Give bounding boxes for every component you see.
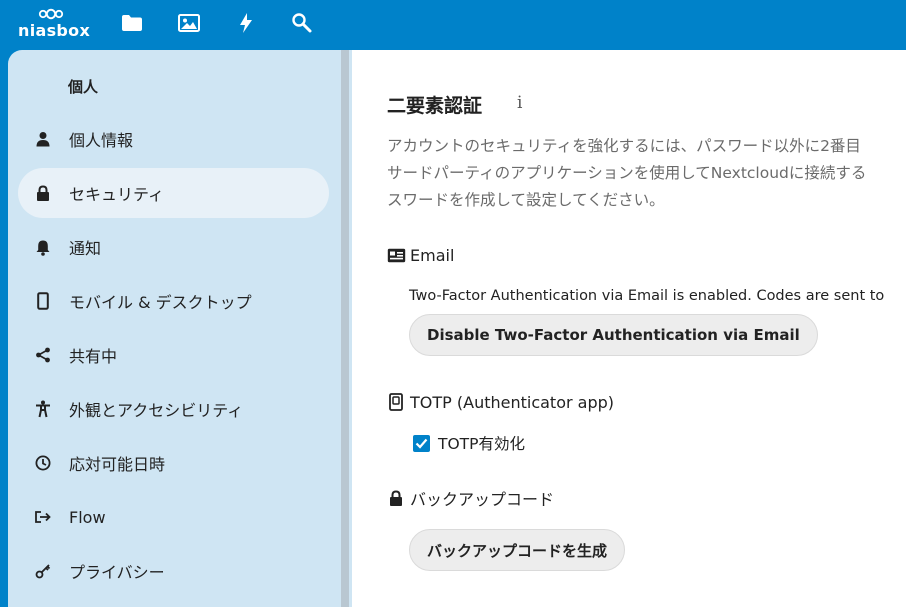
search-icon[interactable] bbox=[289, 11, 315, 35]
sidebar-item-label: 外観とアクセシビリティ bbox=[69, 401, 244, 420]
email-status-text: Two-Factor Authentication via Email is e… bbox=[409, 288, 885, 304]
person-icon bbox=[34, 130, 52, 148]
sidebar-section-title: 個人 bbox=[68, 78, 99, 96]
page-title: 二要素認証 bbox=[387, 95, 483, 117]
section-description: アカウントのセキュリティを強化するには、パスワード以外に2番目 サードパーティの… bbox=[387, 133, 906, 214]
sidebar-item-flow[interactable]: Flow bbox=[18, 492, 329, 542]
share-icon bbox=[34, 346, 52, 364]
sidebar-item-privacy[interactable]: プライバシー bbox=[18, 546, 329, 596]
backup-heading-label: バックアップコード bbox=[410, 490, 555, 509]
sidebar-item-label: セキュリティ bbox=[69, 185, 165, 204]
disable-email-2fa-button[interactable]: Disable Two-Factor Authentication via Em… bbox=[409, 314, 818, 356]
settings-sidebar: 個人 個人情報 セキュリティ 通知 モバイル & デスクトップ 共有中 外観とア… bbox=[8, 50, 352, 607]
sidebar-item-label: モバイル & デスクトップ bbox=[69, 293, 252, 312]
sidebar-item-security[interactable]: セキュリティ bbox=[18, 168, 329, 218]
clock-icon bbox=[34, 454, 52, 472]
sidebar-item-label: 通知 bbox=[69, 239, 102, 258]
image-icon[interactable] bbox=[176, 11, 202, 35]
sidebar-item-personal-info[interactable]: 個人情報 bbox=[18, 114, 329, 164]
sidebar-item-label: Flow bbox=[69, 507, 106, 527]
sidebar-item-label: プライバシー bbox=[69, 563, 165, 582]
bell-icon bbox=[34, 238, 52, 256]
phone-icon bbox=[34, 292, 52, 310]
main-content: 二要素認証 i アカウントのセキュリティを強化するには、パスワード以外に2番目 … bbox=[352, 50, 906, 607]
lock-icon bbox=[34, 184, 52, 202]
info-icon[interactable]: i bbox=[517, 93, 522, 113]
email-provider-heading: Email bbox=[386, 245, 454, 265]
description-line: スワードを作成して設定してください。 bbox=[387, 191, 665, 209]
logo-rings-icon bbox=[38, 8, 64, 20]
sidebar-item-label: 応対可能日時 bbox=[69, 455, 166, 474]
sidebar-item-availability[interactable]: 応対可能日時 bbox=[18, 438, 329, 488]
sidebar-item-label: 個人情報 bbox=[69, 131, 134, 150]
key-icon bbox=[34, 562, 52, 580]
totp-enable-checkbox[interactable] bbox=[413, 434, 430, 452]
lightning-icon[interactable] bbox=[233, 11, 259, 35]
sidebar-item-label: 共有中 bbox=[69, 347, 118, 366]
email-heading-label: Email bbox=[410, 245, 455, 265]
sidebar-item-sharing[interactable]: 共有中 bbox=[18, 330, 329, 380]
sidebar-item-appearance[interactable]: 外観とアクセシビリティ bbox=[18, 384, 329, 434]
app-logo[interactable]: niasbox bbox=[16, 8, 91, 42]
description-line: アカウントのセキュリティを強化するには、パスワード以外に2番目 bbox=[387, 137, 861, 155]
folder-icon[interactable] bbox=[119, 11, 145, 35]
lock-icon bbox=[386, 488, 406, 508]
authenticator-icon bbox=[386, 392, 406, 412]
generate-backup-codes-button[interactable]: バックアップコードを生成 bbox=[409, 529, 626, 571]
id-card-icon bbox=[386, 245, 406, 265]
description-line: サードパーティのアプリケーションを使用してNextcloudに接続する bbox=[387, 164, 867, 182]
sidebar-item-notifications[interactable]: 通知 bbox=[18, 222, 329, 272]
sidebar-item-mobile-desktop[interactable]: モバイル & デスクトップ bbox=[18, 276, 329, 326]
sidebar-scrollbar[interactable] bbox=[341, 50, 349, 607]
logo-text: niasbox bbox=[18, 21, 91, 40]
accessibility-icon bbox=[34, 400, 52, 418]
backup-codes-heading: バックアップコード bbox=[386, 486, 554, 510]
totp-provider-heading: TOTP (Authenticator app) bbox=[386, 392, 614, 412]
totp-enable-checkbox-row[interactable]: TOTP有効化 bbox=[413, 432, 525, 454]
totp-checkbox-label: TOTP有効化 bbox=[438, 435, 525, 453]
totp-heading-label: TOTP (Authenticator app) bbox=[410, 392, 615, 412]
top-header: niasbox bbox=[0, 0, 906, 50]
flow-icon bbox=[34, 508, 52, 526]
